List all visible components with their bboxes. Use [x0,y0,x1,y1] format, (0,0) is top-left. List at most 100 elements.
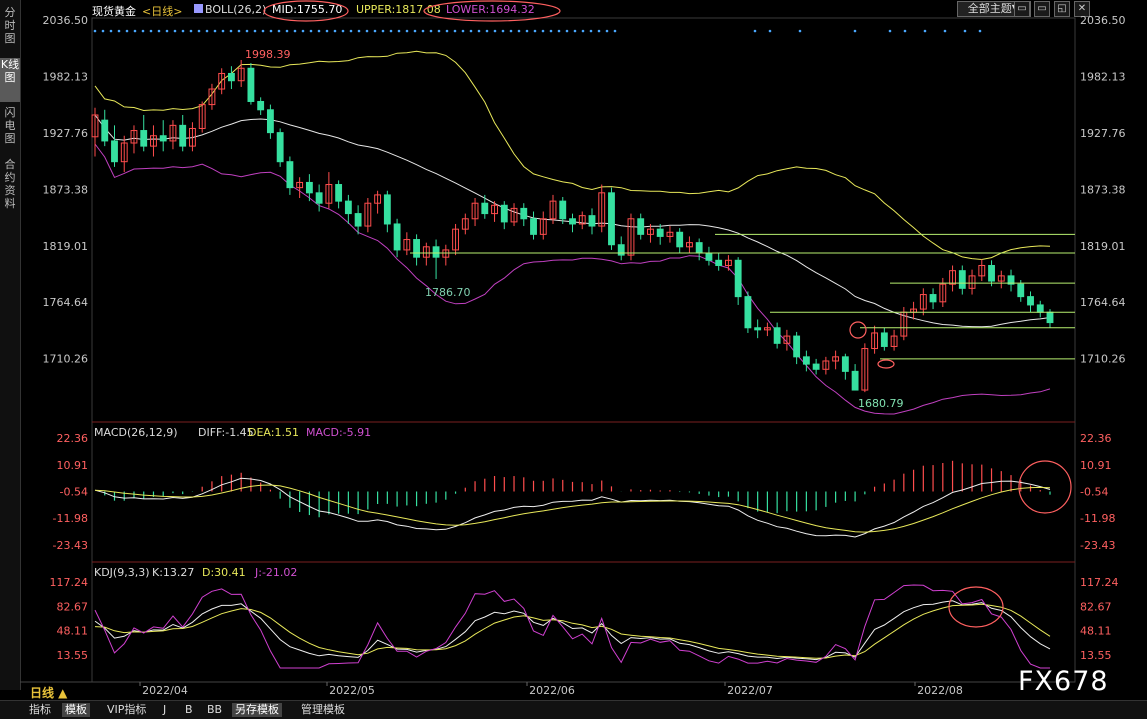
watermark-logo: FX678 [1018,666,1109,697]
event-dot [93,29,97,33]
tab-b[interactable]: B [182,703,196,717]
macd-tick-left: 22.36 [57,432,89,445]
event-dot [549,29,553,33]
event-dot [173,29,177,33]
low-price-label: 1786.70 [425,286,471,299]
macd-tick-left: -11.98 [53,512,88,525]
event-dot [501,29,505,33]
kdj-tick-right: 82.67 [1080,600,1112,613]
event-dot [597,29,601,33]
candle-body [481,202,489,215]
candle-body [335,184,343,202]
macd-title: MACD(26,12,9) [94,426,178,439]
price-tick-right: 2036.50 [1080,14,1126,27]
period-selector[interactable]: 日线 ▲ [30,684,67,701]
candle-body [393,223,401,251]
kdj-title: KDJ(9,3,3) [94,566,150,579]
event-dot [445,29,449,33]
event-dot [477,29,481,33]
candle-body [793,335,801,358]
kdj-d-value: D:30.41 [202,566,246,579]
kdj-tick-right: 13.55 [1080,649,1112,662]
event-dot [165,29,169,33]
event-dot [301,29,305,33]
macd-hist-value: MACD:-5.91 [306,426,371,439]
candle-body [432,246,440,258]
price-tick-left: 1710.26 [43,353,89,366]
candle-body [344,200,352,215]
event-dot [221,29,225,33]
x-axis-label: 2022/04 [142,684,188,697]
event-dot [293,29,297,33]
candle-body [1027,296,1034,306]
candle-body [520,207,528,220]
event-dot [753,29,757,33]
candle-body [773,327,781,344]
event-dot [565,29,569,33]
macd-tick-right: -11.98 [1080,512,1115,525]
event-dot [141,29,145,33]
price-tick-left: 1873.38 [43,183,89,196]
candle-body [315,192,323,204]
candle-body [247,67,255,102]
event-dot [181,29,185,33]
highlight-circle [877,359,895,369]
candle-body [802,356,810,365]
event-dot [853,29,857,33]
macd-tick-left: 10.91 [57,459,89,472]
candle-body [851,370,859,391]
price-tick-right: 1764.64 [1080,296,1126,309]
event-dot [285,29,289,33]
candle-body [929,294,937,303]
tab-j[interactable]: J [160,703,169,717]
event-dot [525,29,529,33]
manage-templates-button[interactable]: 管理模板 [298,703,348,717]
event-dot [461,29,465,33]
event-dot [149,29,153,33]
tab-indicators[interactable]: 指标 [26,703,54,717]
event-dot [349,29,353,33]
event-dot [237,29,241,33]
kdj-d-line [94,603,1051,659]
candle-body [812,363,820,370]
event-dot [109,29,113,33]
tab-vip-indicators[interactable]: VIP指标 [104,703,149,717]
price-tick-left: 1927.76 [43,127,89,140]
price-tick-left: 2036.50 [43,14,89,27]
kline-chart[interactable]: 2036.50 2036.50 1982.13 1982.13 1927.76 1927.… [0,0,1147,700]
event-dot [453,29,457,33]
price-tick-left: 1764.64 [43,296,89,309]
candle-body [569,218,576,225]
event-dot [229,29,233,33]
event-dot [397,29,401,33]
kdj-tick-right: 48.11 [1080,625,1112,638]
candle-body [676,231,684,248]
save-template-button[interactable]: 另存模板 [232,703,282,717]
event-dot [309,29,313,33]
highlight-circle [849,321,867,339]
candle-body [383,194,391,225]
candle-body [1036,304,1044,313]
candle-body [140,130,148,147]
candle-body [257,100,265,111]
event-dot [469,29,473,33]
event-dot [485,29,489,33]
event-dot [197,29,201,33]
event-dot [133,29,137,33]
event-dot [888,29,892,33]
tab-templates[interactable]: 模板 [62,703,90,717]
tab-bb[interactable]: BB [204,703,225,717]
price-tick-right: 1819.01 [1080,240,1126,253]
event-dot [205,29,209,33]
event-dot [213,29,217,33]
candle-body [988,264,995,282]
candle-body [744,296,752,329]
candle-body [695,242,703,254]
x-axis-label: 2022/07 [727,684,773,697]
kdj-tick-right: 117.24 [1080,576,1119,589]
price-tick-left: 1819.01 [43,240,89,253]
event-dot [589,29,593,33]
event-dot [333,29,337,33]
event-dot [277,29,281,33]
event-dot [117,29,121,33]
